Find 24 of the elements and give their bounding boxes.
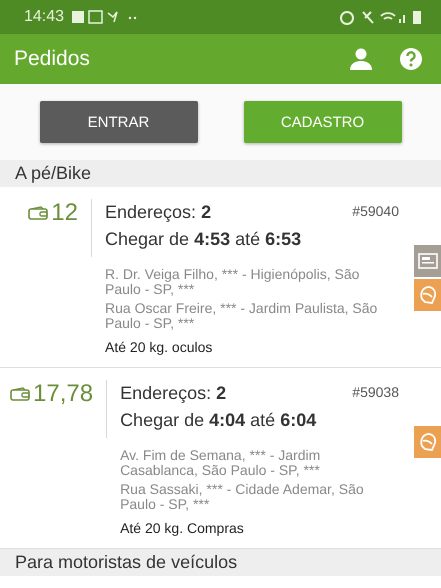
section-header: Para motoristas de veículos	[0, 549, 441, 576]
order-note: Até 20 kg. oculos	[105, 339, 214, 355]
wallet-icon	[10, 387, 30, 401]
id-card-icon	[418, 253, 438, 269]
address-count: Endereços: 2	[120, 382, 226, 405]
order-price: 17,78	[10, 380, 94, 408]
arrival-window: Chegar de 4:04 até 6:04	[120, 406, 399, 434]
arrival-window: Chegar de 4:53 até 6:53	[105, 225, 399, 253]
helmet-icon	[418, 285, 436, 305]
order-note: Até 20 kg. Compras	[120, 520, 245, 536]
order-price: 12	[28, 199, 78, 227]
address-text: Av. Fim de Semana, *** - Jardim Casablanca, São Paulo - SP, ***	[120, 448, 322, 478]
address-text: Rua Sassaki, *** - Cidade Ademar, São Paulo - SP, ***	[120, 482, 365, 512]
status-time: 14:43	[24, 8, 64, 26]
wallet-icon	[28, 206, 48, 220]
address-text: Rua Oscar Freire, *** - Jardim Paulista, São Paulo - SP, ***	[105, 301, 378, 331]
section-header: A pé/Bike	[0, 160, 441, 187]
order-number: #59038	[352, 383, 399, 400]
address-text: R. Dr. Veiga Filho, *** - Higienópolis, São Paulo - SP, ***	[105, 267, 360, 297]
helmet-icon	[418, 432, 436, 452]
login-button[interactable]: ENTRAR	[40, 101, 198, 143]
address-count: Endereços: 2	[105, 201, 212, 224]
order-number: #59040	[352, 202, 399, 219]
screen-title: Pedidos	[14, 47, 91, 71]
